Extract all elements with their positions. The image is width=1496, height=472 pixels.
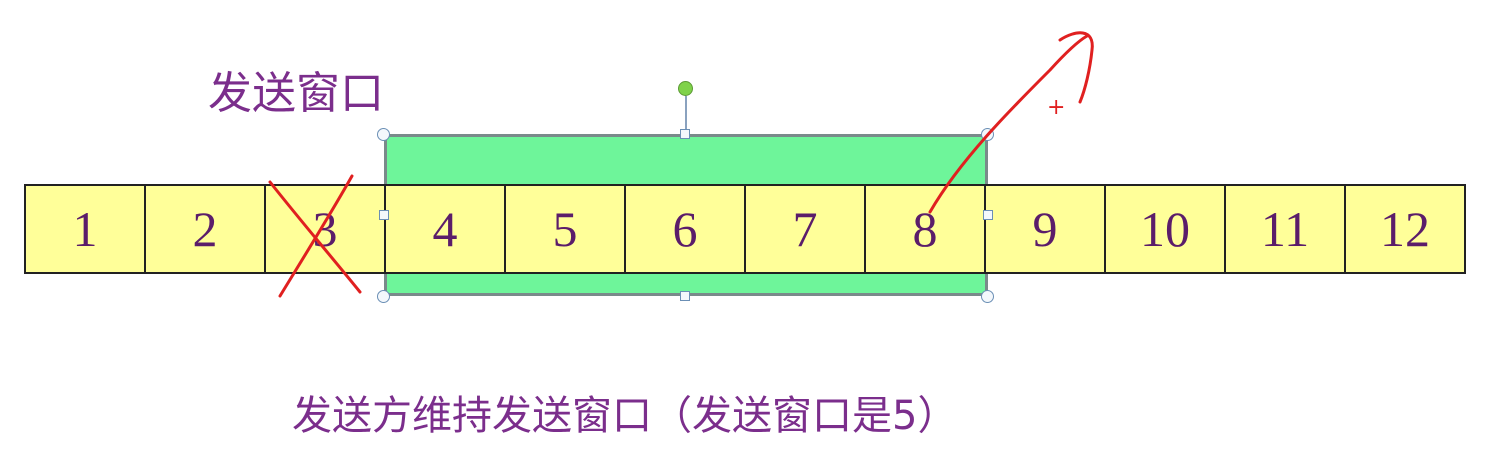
caption: 发送方维持发送窗口（发送窗口是5）: [292, 393, 958, 439]
plus-mark: +: [1047, 95, 1065, 120]
cross-out-stroke-2: [278, 174, 354, 298]
slide-arrow-curve: [928, 34, 1089, 214]
